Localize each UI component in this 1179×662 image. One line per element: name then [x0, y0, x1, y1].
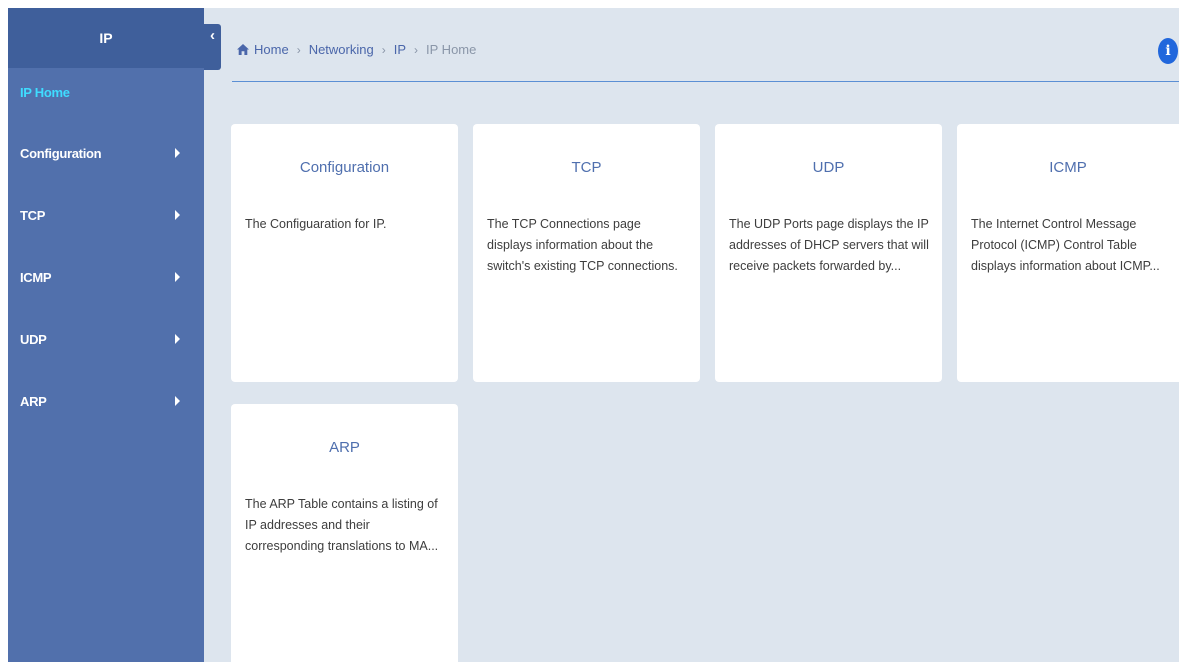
card-arp[interactable]: ARP The ARP Table contains a listing of …: [231, 404, 458, 662]
card-description: The UDP Ports page displays the IP addre…: [729, 217, 929, 273]
card-title: TCP: [571, 159, 602, 176]
sidebar-item-label: ARP: [20, 393, 47, 409]
breadcrumb-separator: ›: [296, 42, 301, 57]
breadcrumb: Home › Networking › IP › IP Home: [237, 42, 476, 57]
sidebar: IP IP Home Configuration TCP ICMP UDP AR…: [8, 8, 204, 662]
sidebar-item-configuration[interactable]: Configuration: [8, 122, 204, 184]
sidebar-title: IP: [8, 8, 204, 68]
breadcrumb-separator: ›: [381, 42, 386, 57]
home-icon: [237, 44, 249, 55]
breadcrumb-ip-link[interactable]: IP: [394, 42, 406, 57]
info-icon[interactable]: i: [1158, 38, 1178, 64]
sidebar-item-arp[interactable]: ARP: [8, 370, 204, 432]
card-udp[interactable]: UDP The UDP Ports page displays the IP a…: [715, 124, 942, 382]
card-description: The TCP Connections page displays inform…: [487, 217, 678, 273]
chevron-left-icon: ‹: [210, 27, 215, 44]
card-icmp[interactable]: ICMP The Internet Control Message Protoc…: [957, 124, 1179, 382]
breadcrumb-separator: ›: [414, 42, 419, 57]
sidebar-item-label: ICMP: [20, 269, 52, 285]
card-title: ARP: [329, 439, 360, 456]
chevron-right-icon: [175, 334, 180, 344]
sidebar-item-label: IP Home: [20, 84, 70, 100]
app-frame: IP IP Home Configuration TCP ICMP UDP AR…: [8, 8, 1179, 662]
header-divider: [232, 81, 1179, 82]
chevron-right-icon: [175, 148, 180, 158]
card-configuration[interactable]: Configuration The Configuaration for IP.: [231, 124, 458, 382]
sidebar-item-ip-home[interactable]: IP Home: [8, 62, 204, 122]
chevron-right-icon: [175, 210, 180, 220]
card-title: UDP: [812, 159, 845, 176]
breadcrumb-networking-link[interactable]: Networking: [309, 42, 374, 57]
card-description: The Internet Control Message Protocol (I…: [971, 217, 1160, 273]
sidebar-collapse-button[interactable]: ‹: [204, 24, 221, 70]
info-glyph: i: [1165, 43, 1171, 59]
chevron-right-icon: [175, 396, 180, 406]
card-title: ICMP: [1049, 159, 1087, 176]
card-tcp[interactable]: TCP The TCP Connections page displays in…: [473, 124, 700, 382]
card-title: Configuration: [299, 159, 390, 176]
card-description: The Configuaration for IP.: [245, 217, 387, 231]
sidebar-item-icmp[interactable]: ICMP: [8, 246, 204, 308]
sidebar-item-tcp[interactable]: TCP: [8, 184, 204, 246]
breadcrumb-current: IP Home: [426, 42, 477, 57]
breadcrumb-home-link[interactable]: Home: [254, 42, 289, 57]
sidebar-item-label: TCP: [20, 207, 46, 223]
sidebar-item-label: UDP: [20, 331, 47, 347]
chevron-right-icon: [175, 272, 180, 282]
sidebar-item-udp[interactable]: UDP: [8, 308, 204, 370]
sidebar-item-label: Configuration: [20, 145, 102, 161]
card-description: The ARP Table contains a listing of IP a…: [245, 497, 439, 553]
